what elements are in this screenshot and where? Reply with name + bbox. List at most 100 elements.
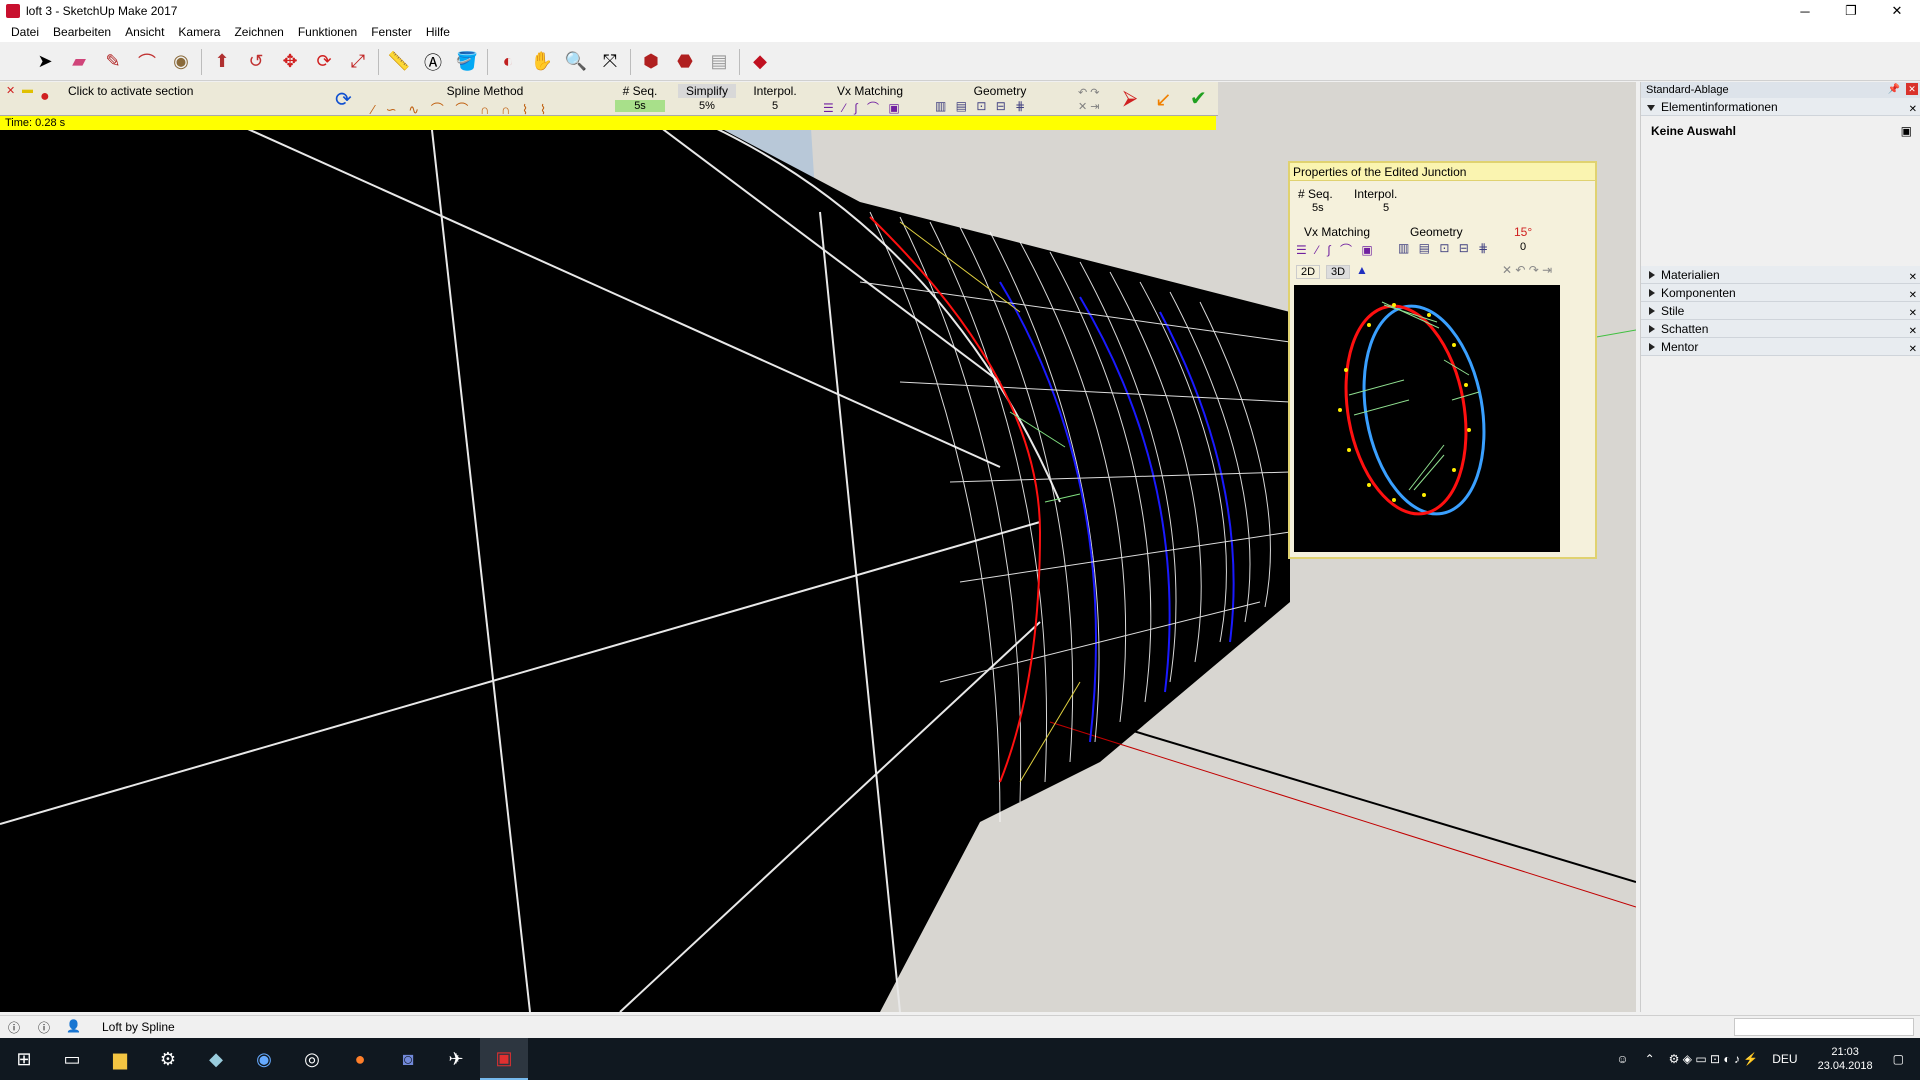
default-tray: Standard-Ablage 📌 ✕ Elementinformationen…: [1640, 82, 1920, 1012]
simplify-label[interactable]: Simplify: [678, 84, 736, 98]
vx-matching-buttons[interactable]: ☰ ⁄ ∫ ⌒ ▣: [823, 99, 903, 116]
menu-ansicht[interactable]: Ansicht: [118, 25, 171, 39]
seq-value[interactable]: 5s: [615, 100, 665, 112]
loft-close-icon[interactable]: ✕: [6, 84, 15, 97]
tray-close-icon[interactable]: ✕: [1906, 83, 1918, 95]
select-tool-icon[interactable]: ➤: [32, 49, 58, 75]
user-icon[interactable]: 👤: [66, 1019, 81, 1033]
shape-tool-icon[interactable]: ◉: [168, 49, 194, 75]
junction-vx-buttons[interactable]: ☰ ⁄ ∫ ⌒ ▣: [1296, 241, 1376, 258]
people-icon[interactable]: ☺: [1616, 1052, 1628, 1066]
menu-kamera[interactable]: Kamera: [171, 25, 227, 39]
firefox-icon[interactable]: ●: [336, 1038, 384, 1080]
components-label: Komponenten: [1661, 286, 1736, 300]
simplify-value[interactable]: 5%: [678, 100, 736, 112]
eraser-tool-icon[interactable]: ▰: [66, 49, 92, 75]
notifications-icon[interactable]: ▢: [1893, 1052, 1904, 1066]
zoom-tool-icon[interactable]: 🔍: [563, 49, 589, 75]
start-icon[interactable]: ⊞: [0, 1038, 48, 1080]
app-icon-1[interactable]: ◆: [192, 1038, 240, 1080]
view-triangle-icon[interactable]: ▲: [1356, 263, 1368, 277]
system-tray-icons[interactable]: ⚙ ◈ ▭ ⊡ ◐ ♪ ⚡: [1669, 1052, 1759, 1066]
rotate-tool-icon[interactable]: ⟳: [311, 49, 337, 75]
maximize-button[interactable]: ❐: [1828, 0, 1874, 22]
components-section[interactable]: Komponenten ✕: [1641, 284, 1920, 302]
discord-icon[interactable]: ◙: [384, 1038, 432, 1080]
entity-info-value: Keine Auswahl: [1651, 124, 1736, 138]
paint-bucket-icon[interactable]: 🪣: [454, 49, 480, 75]
geo-location-icon[interactable]: ⓘ: [8, 1019, 20, 1036]
junction-geometry-buttons[interactable]: ▥ ▤ ⊡ ⊟ ⋕: [1398, 241, 1491, 255]
loft-minimize-icon[interactable]: ▬: [22, 84, 33, 96]
loft-section-icon[interactable]: ●: [40, 88, 50, 106]
refresh-icon[interactable]: ⟳: [335, 87, 352, 112]
show-hidden-icons[interactable]: ⌃: [1645, 1052, 1655, 1066]
junction-seq-value[interactable]: 5s: [1312, 202, 1324, 214]
arc-tool-icon[interactable]: ⌒: [134, 49, 160, 75]
push-pull-tool-icon[interactable]: ⬆: [209, 49, 235, 75]
exit-icon[interactable]: ⮚: [1123, 87, 1137, 110]
validate-icon[interactable]: ✔: [1190, 86, 1207, 111]
junction-preview-canvas[interactable]: [1294, 285, 1560, 552]
file-explorer-icon[interactable]: ▆: [96, 1038, 144, 1080]
menu-hilfe[interactable]: Hilfe: [419, 25, 457, 39]
entity-info-section[interactable]: Elementinformationen ✕: [1641, 98, 1920, 116]
menu-datei[interactable]: Datei: [4, 25, 46, 39]
zoom-extents-icon[interactable]: ⤧: [597, 49, 623, 75]
app-icon-2[interactable]: ◉: [240, 1038, 288, 1080]
clock[interactable]: 21:03 23.04.2018: [1818, 1045, 1873, 1073]
menu-fenster[interactable]: Fenster: [364, 25, 419, 39]
language-indicator[interactable]: DEU: [1772, 1052, 1797, 1066]
share-model-icon[interactable]: ▤: [706, 49, 732, 75]
mentor-section[interactable]: Mentor ✕: [1641, 338, 1920, 356]
mentor-close-icon[interactable]: ✕: [1909, 341, 1917, 359]
interpol-value[interactable]: 5: [745, 100, 805, 112]
offset-tool-icon[interactable]: ↺: [243, 49, 269, 75]
junction-seq-label: # Seq.: [1298, 187, 1333, 201]
measurements-box[interactable]: [1734, 1018, 1914, 1036]
junction-interpol-value[interactable]: 5: [1383, 202, 1389, 214]
extension-warehouse-icon[interactable]: ⬣: [672, 49, 698, 75]
title-bar: loft 3 - SketchUp Make 2017 ─ ❐ ✕: [0, 0, 1920, 22]
task-view-icon[interactable]: ▭: [48, 1038, 96, 1080]
undo-redo-icons[interactable]: ↶ ↷: [1078, 86, 1100, 99]
move-tool-icon[interactable]: ✥: [277, 49, 303, 75]
line-tool-icon[interactable]: ✎: [100, 49, 126, 75]
geometry-buttons[interactable]: ▥ ▤ ⊡ ⊟ ⋕: [935, 99, 1028, 113]
tab-2d[interactable]: 2D: [1296, 265, 1321, 279]
main-toolbar: ➤ ▰ ✎ ⌒ ◉ ⬆ ↺ ✥ ⟳ ⤢ 📏 Ⓐ 🪣 ◐ ✋ 🔍 ⤧ ⬢ ⬣ ▤ …: [0, 43, 1920, 81]
junction-angle-value[interactable]: 0: [1520, 241, 1526, 253]
obs-icon[interactable]: ◎: [288, 1038, 336, 1080]
game-icon[interactable]: ✈: [432, 1038, 480, 1080]
junction-vx-matching-label: Vx Matching: [1304, 225, 1371, 239]
geometry-label: Geometry: [973, 84, 1027, 98]
warehouse-icon[interactable]: ⬢: [638, 49, 664, 75]
scale-tool-icon[interactable]: ⤢: [345, 49, 371, 75]
minimize-button[interactable]: ─: [1782, 0, 1828, 22]
menu-zeichnen[interactable]: Zeichnen: [227, 25, 290, 39]
back-icon[interactable]: ↙: [1155, 87, 1172, 112]
shadows-section[interactable]: Schatten ✕: [1641, 320, 1920, 338]
entity-info-toggle-icon[interactable]: ▣: [1901, 124, 1912, 138]
orbit-tool-icon[interactable]: ◐: [495, 49, 521, 75]
menu-bearbeiten[interactable]: Bearbeiten: [46, 25, 118, 39]
text-tool-icon[interactable]: Ⓐ: [420, 49, 446, 75]
styles-section[interactable]: Stile ✕: [1641, 302, 1920, 320]
clock-date: 23.04.2018: [1817, 1060, 1873, 1072]
materials-section[interactable]: Materialien ✕: [1641, 266, 1920, 284]
close-button[interactable]: ✕: [1874, 0, 1920, 22]
tape-measure-icon[interactable]: 📏: [386, 49, 412, 75]
credits-icon[interactable]: ⓘ: [38, 1019, 50, 1036]
pan-tool-icon[interactable]: ✋: [529, 49, 555, 75]
steam-icon[interactable]: ⚙: [144, 1038, 192, 1080]
clear-icons[interactable]: ✕ ⇥: [1078, 100, 1100, 113]
menu-funktionen[interactable]: Funktionen: [291, 25, 364, 39]
ruby-icon[interactable]: ◆: [747, 49, 773, 75]
junction-panel-title: Properties of the Edited Junction: [1290, 163, 1595, 181]
tab-3d[interactable]: 3D: [1326, 265, 1351, 279]
mentor-label: Mentor: [1661, 340, 1699, 354]
junction-action-icons[interactable]: ✕ ↶ ↷ ⇥: [1502, 263, 1552, 277]
sketchup-taskbar-icon[interactable]: ▣: [480, 1038, 528, 1080]
pin-icon[interactable]: 📌: [1888, 82, 1900, 98]
status-bar: ⓘ ⓘ 👤 Loft by Spline: [0, 1015, 1920, 1037]
